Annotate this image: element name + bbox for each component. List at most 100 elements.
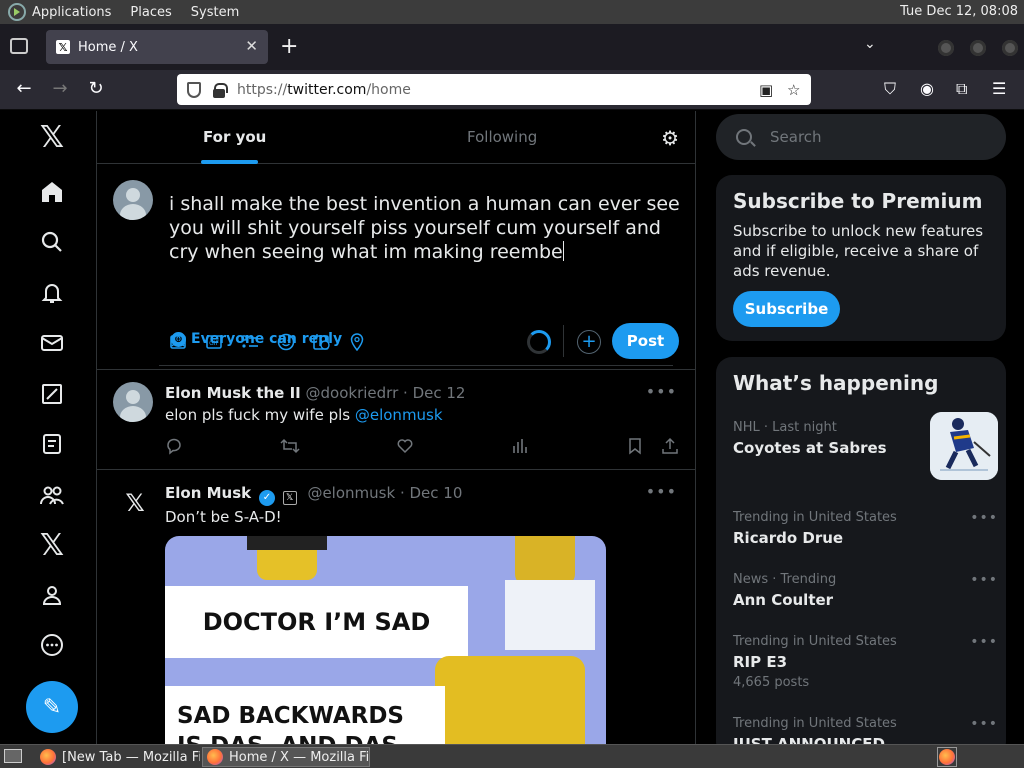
x-logo-icon[interactable]: 𝕏 (37, 120, 67, 155)
tweet-more-icon[interactable]: ••• (646, 482, 677, 501)
gif-icon[interactable]: GIF (204, 332, 224, 352)
tweet-media-image[interactable]: DOCTOR I’M SAD SAD BACKWARDS IS DAS, AND… (165, 536, 606, 744)
tweet-date[interactable]: Dec 10 (410, 484, 463, 502)
tweet-author-handle[interactable]: @dookriedrr (306, 384, 399, 402)
tweet-author-name[interactable]: Elon Musk the II (165, 384, 301, 402)
trend-title: Ricardo Drue (733, 529, 844, 547)
trend-item[interactable]: Trending in United States RIP E3 4,665 p… (733, 634, 998, 690)
location-pin-icon[interactable] (347, 332, 367, 352)
pocket-icon[interactable]: ⛉ (884, 79, 896, 99)
trend-item[interactable]: Trending in United States JUST ANNOUNCED… (733, 716, 998, 744)
url-bar[interactable]: https:// twitter.com /home ▣ ☆ (177, 74, 811, 105)
emoji-icon[interactable] (276, 332, 296, 352)
back-arrow-icon[interactable]: ← (12, 78, 36, 99)
profile-icon[interactable] (37, 580, 67, 610)
task-label: [New Tab — Mozilla Firefox] (62, 749, 200, 765)
user-avatar[interactable] (113, 180, 153, 220)
close-tab-icon[interactable]: ✕ (245, 37, 258, 55)
trend-more-icon[interactable]: ••• (970, 510, 998, 526)
schedule-icon[interactable] (312, 332, 332, 352)
tweet[interactable]: 𝕏 Elon Musk ✓ 𝕏 @elonmusk · Dec 10 ••• D… (97, 470, 695, 744)
hamburger-menu-icon[interactable]: ☰ (992, 79, 1006, 98)
communities-icon[interactable] (37, 480, 67, 510)
home-icon[interactable] (37, 177, 67, 207)
subscribe-button[interactable]: Subscribe (733, 291, 840, 327)
forward-arrow-icon[interactable]: → (48, 78, 72, 99)
extensions-icon[interactable]: ⧉ (956, 79, 967, 99)
tweet-mention-link[interactable]: @elonmusk (355, 406, 443, 424)
url-host: twitter.com (287, 81, 367, 98)
tweet-author-name[interactable]: Elon Musk (165, 484, 251, 502)
minimize-window-button[interactable] (938, 40, 954, 56)
more-options-icon[interactable] (37, 630, 67, 660)
tweet-author-handle[interactable]: @elonmusk (307, 484, 395, 502)
show-desktop-icon[interactable] (4, 749, 22, 763)
tweet-author-avatar-x-logo[interactable]: 𝕏 (115, 483, 155, 523)
search-input[interactable]: Search (716, 114, 1006, 160)
close-window-button[interactable] (1002, 40, 1018, 56)
repost-icon[interactable] (280, 437, 300, 459)
notifications-bell-icon[interactable] (37, 278, 67, 308)
account-icon[interactable]: ◉ (920, 79, 934, 98)
tweet-separator: · (399, 484, 405, 502)
compose-textarea[interactable]: i shall make the best invention a human … (169, 192, 689, 264)
clock[interactable]: Tue Dec 12, 08:08 (900, 4, 1018, 19)
lock-icon[interactable] (213, 82, 228, 98)
tab-for-you[interactable]: For you (203, 128, 266, 146)
trend-title: JUST ANNOUNCED (733, 735, 885, 744)
lists-icon[interactable] (37, 429, 67, 459)
system-menu[interactable]: System (191, 5, 239, 20)
new-tab-button[interactable]: + (280, 34, 298, 59)
tweet-date[interactable]: Dec 12 (413, 384, 466, 402)
list-all-tabs-chevron-icon[interactable]: ⌄ (864, 36, 876, 52)
trend-more-icon[interactable]: ••• (970, 572, 998, 588)
tweet[interactable]: Elon Musk the II @dookriedrr · Dec 12 ••… (97, 370, 695, 470)
explore-search-icon[interactable] (37, 227, 67, 257)
trend-title: Ann Coulter (733, 591, 834, 609)
tab-following[interactable]: Following (467, 128, 537, 146)
add-thread-button[interactable]: + (577, 330, 601, 354)
timeline-settings-gear-icon[interactable]: ⚙ (661, 126, 679, 150)
tweet-more-icon[interactable]: ••• (646, 382, 677, 401)
feather-plus-icon: ✎ (42, 694, 62, 720)
tray-firefox-icon[interactable] (937, 747, 957, 767)
premium-x-icon[interactable]: 𝕏 (37, 528, 67, 563)
trend-item[interactable]: Trending in United States Ricardo Drue •… (733, 510, 998, 547)
bookmark-star-icon[interactable]: ☆ (787, 81, 800, 99)
distro-logo-icon[interactable] (8, 3, 26, 21)
like-heart-icon[interactable] (396, 437, 414, 459)
desktop-top-panel: Applications Places System Tue Dec 12, 0… (0, 0, 1024, 24)
affiliate-x-badge-icon[interactable]: 𝕏 (282, 491, 297, 505)
share-icon[interactable] (661, 437, 679, 459)
maximize-window-button[interactable] (970, 40, 986, 56)
premium-description: Subscribe to unlock new features and if … (733, 222, 984, 280)
grok-icon[interactable] (37, 379, 67, 409)
compose-post-button[interactable]: ✎ (26, 681, 78, 733)
trend-item[interactable]: NHL · Last night Coyotes at Sabres (733, 412, 998, 480)
tracking-protection-shield-icon[interactable] (187, 81, 201, 98)
browser-tab-home[interactable]: 𝕏 Home / X ✕ (46, 30, 268, 64)
trend-item[interactable]: News · Trending Ann Coulter ••• (733, 572, 998, 609)
premium-title: Subscribe to Premium (733, 189, 983, 213)
taskbar-task-new-tab[interactable]: [New Tab — Mozilla Firefox] (36, 747, 200, 767)
post-button[interactable]: Post (612, 323, 679, 359)
url-protocol: https:// (237, 81, 288, 98)
applications-menu[interactable]: Applications (32, 5, 111, 20)
poll-icon[interactable] (240, 332, 260, 352)
tweet-author-avatar[interactable] (113, 382, 153, 422)
messages-envelope-icon[interactable] (37, 328, 67, 358)
trend-more-icon[interactable]: ••• (970, 634, 998, 650)
reload-icon[interactable]: ↻ (84, 78, 108, 99)
views-analytics-icon[interactable] (511, 437, 529, 459)
taskbar-task-home-x[interactable]: Home / X — Mozilla Firefox (202, 747, 370, 767)
url-path: /home (366, 81, 411, 98)
trend-more-icon[interactable]: ••• (970, 716, 998, 732)
verified-badge-icon[interactable]: ✓ (258, 489, 275, 506)
reader-view-icon[interactable]: ▣ (759, 81, 773, 99)
tab-title: Home / X (78, 39, 138, 55)
media-image-icon[interactable] (168, 332, 188, 352)
reply-icon[interactable] (165, 437, 183, 459)
bookmark-icon[interactable] (627, 437, 643, 459)
places-menu[interactable]: Places (130, 5, 171, 20)
firefox-view-icon[interactable] (10, 38, 28, 54)
